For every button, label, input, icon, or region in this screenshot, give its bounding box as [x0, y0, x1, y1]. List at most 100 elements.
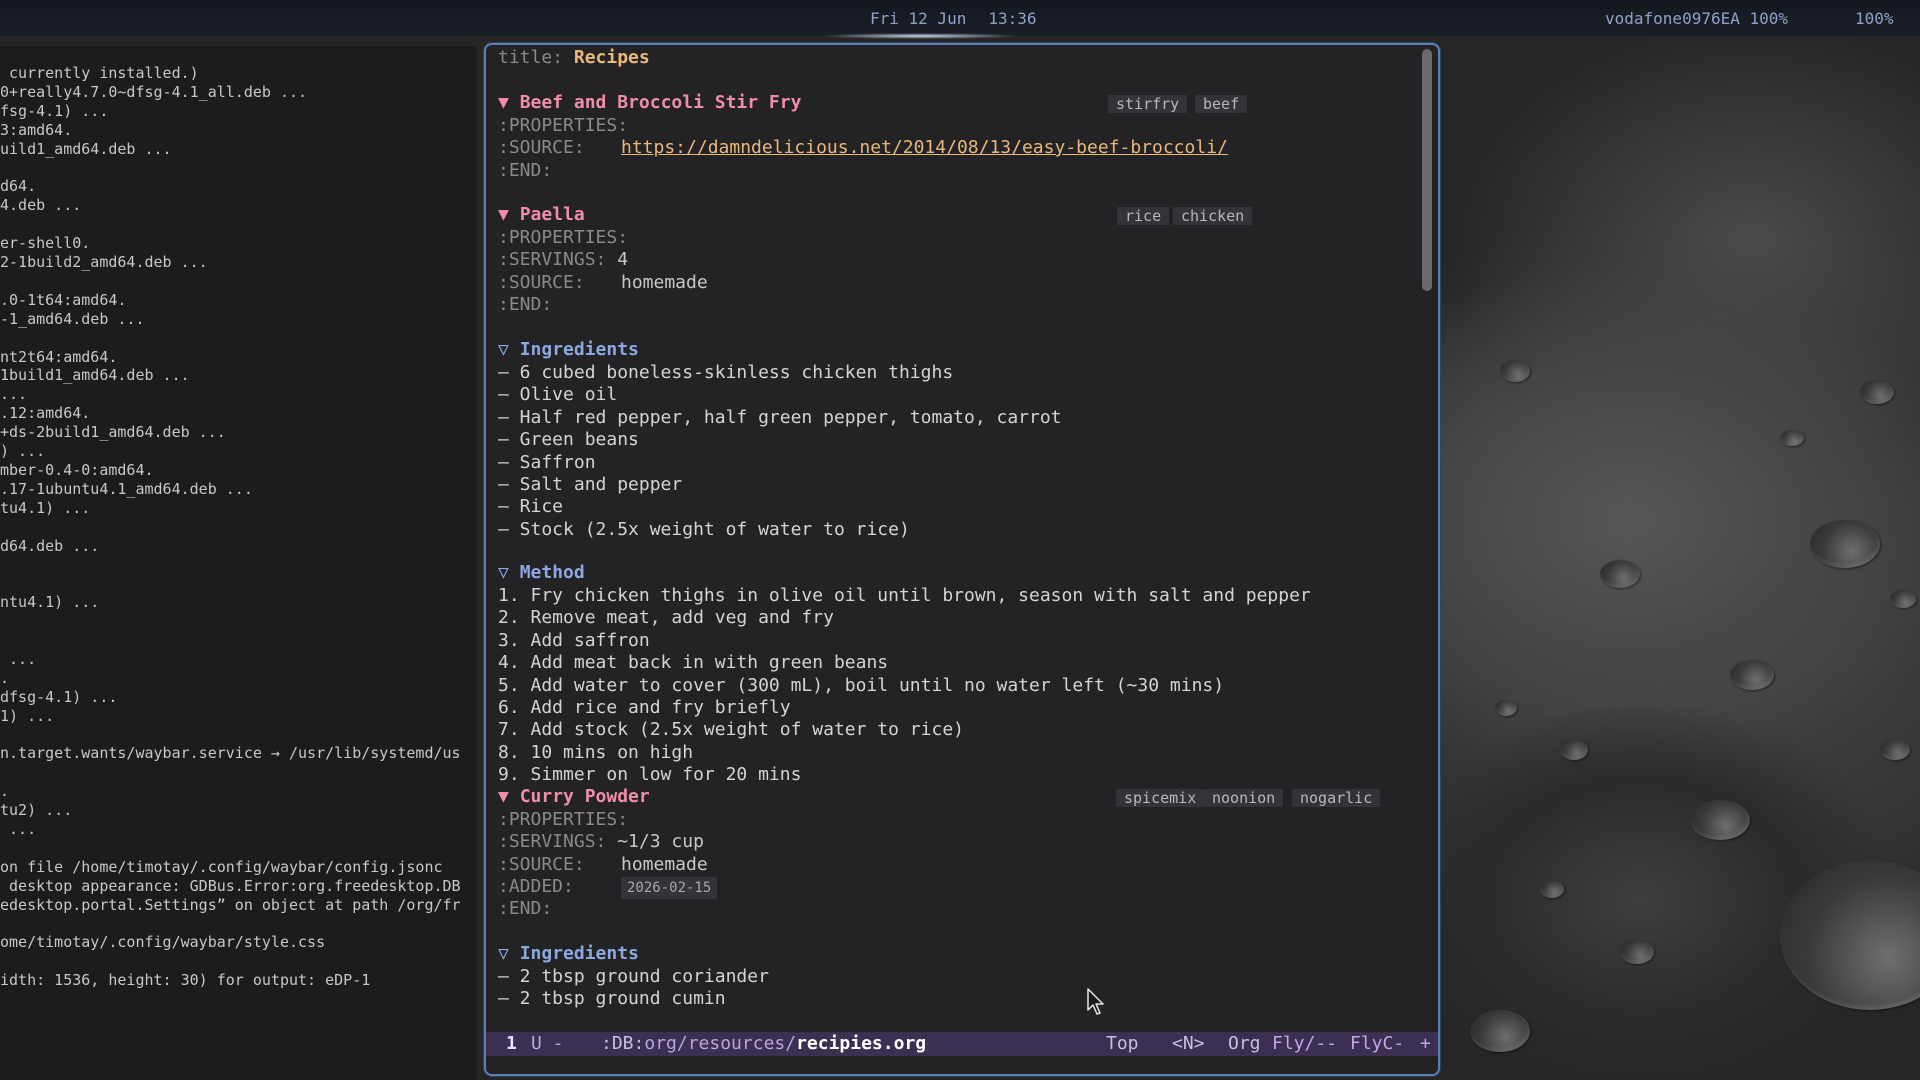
fold-arrow-icon[interactable]: ▽ [498, 943, 509, 964]
terminal-line: .12:amd64. [0, 404, 91, 423]
subheading-ingredients[interactable]: ▽ Ingredients [498, 943, 639, 965]
buffer-filename: recipies.org [796, 1033, 927, 1054]
list-item: – 6 cubed boneless-skinless chicken thig… [498, 362, 954, 383]
subheading-text: Method [519, 562, 585, 583]
workspace-indicator [820, 33, 1020, 39]
crater [1890, 590, 1916, 608]
crater [1620, 940, 1654, 964]
terminal-line: .0-1t64:amd64. [0, 290, 127, 309]
title-line: title: Recipes [498, 47, 650, 69]
drawer-end: :END: [498, 898, 553, 919]
emacs-window[interactable]: title: Recipes ▼ Beef and Broccoli Stir … [484, 43, 1440, 1076]
method-step: 4. Add meat back in with green beans [498, 652, 889, 674]
clock[interactable]: Fri 12 Jun 13:36 [870, 9, 1059, 28]
heading-curry-powder[interactable]: ▼ Curry Powder [498, 786, 650, 808]
properties-drawer: :PROPERTIES: [498, 809, 629, 830]
properties-drawer: :PROPERTIES: [498, 115, 629, 136]
property-key: :SERVINGS: [498, 831, 607, 852]
network-status[interactable]: vodafone0976EA 100% [1605, 9, 1788, 28]
fold-arrow-icon[interactable]: ▼ [498, 786, 509, 807]
tag-spicemix[interactable]: spicemix [1116, 789, 1205, 807]
list-item: – Stock (2.5x weight of water to rice) [498, 518, 910, 540]
property-value: ~1/3 cup [617, 831, 704, 852]
tag-beef[interactable]: beef [1195, 95, 1248, 113]
date-label: Fri 12 Jun [870, 9, 967, 28]
terminal-line: 2-1build2_amd64.deb ... [0, 253, 208, 271]
title-keyword: title: [498, 47, 564, 68]
list-item: – 2 tbsp ground cumin [498, 988, 726, 1010]
terminal-line: uild1_amd64.deb ... [0, 139, 172, 158]
heading-text: Paella [519, 204, 585, 225]
terminal-line: mber-0.4-0:amd64. [0, 460, 154, 479]
time-label: 13:36 [988, 9, 1037, 28]
crater [1690, 800, 1750, 840]
terminal-line: idth: 1536, height: 30) for output: eDP-… [0, 971, 371, 990]
major-mode[interactable]: Org [1228, 1032, 1261, 1056]
buffer-path[interactable]: :DB:org/resources/recipies.org [601, 1032, 926, 1056]
flycheck-status[interactable]: FlyC- [1350, 1032, 1404, 1056]
property-key: :SOURCE: [498, 272, 585, 293]
top-bar: Fri 12 Jun 13:36 vodafone0976EA 100% 100% [0, 0, 1920, 39]
mode-line[interactable]: 1 U - :DB:org/resources/recipies.org Top… [486, 1032, 1438, 1056]
crater [1560, 740, 1588, 760]
terminal-line: 1build1_amd64.deb ... [0, 366, 190, 385]
fold-arrow-icon[interactable]: ▽ [498, 339, 509, 360]
tag-stirfry[interactable]: stirfry [1108, 95, 1188, 113]
terminal-line: ntu4.1) ... [0, 593, 100, 612]
property-key: :SOURCE: [498, 854, 585, 875]
list-item: – 2 tbsp ground coriander [498, 966, 769, 987]
list-item: – Olive oil [498, 384, 618, 406]
modified-indicator: + [1420, 1033, 1431, 1054]
subheading-text: Ingredients [519, 943, 639, 964]
subheading-method[interactable]: ▽ Method [498, 562, 585, 584]
terminal-line: d64.deb ... [0, 536, 100, 555]
terminal-line: +ds-2build1_amd64.deb ... [0, 423, 226, 442]
list-item: – Saffron [498, 451, 596, 473]
terminal-line: tu2) ... [0, 801, 73, 820]
path-prefix: :DB: [601, 1033, 645, 1054]
terminal-line: currently installed.) [0, 64, 199, 82]
property-date: 2026-02-15 [621, 877, 718, 899]
battery-status[interactable]: 100% [1855, 9, 1894, 28]
terminal-line: d64. [0, 177, 37, 196]
terminal-line: 3:amd64. [0, 120, 73, 139]
list-item: – Rice [498, 496, 564, 518]
fold-arrow-icon[interactable]: ▼ [498, 92, 509, 113]
heading-paella[interactable]: ▼ Paella [498, 204, 585, 226]
tag-rice[interactable]: rice [1117, 207, 1170, 225]
terminal-window[interactable]: currently installed.) 0+really4.7.0~dfsg-… [0, 46, 477, 1080]
window-number: 1 [506, 1033, 517, 1054]
fold-arrow-icon[interactable]: ▼ [498, 204, 509, 225]
terminal-line: tu4.1) ... [0, 498, 91, 517]
crater [1500, 360, 1530, 382]
terminal-line: 0+really4.7.0~dfsg-4.1_all.deb ... [0, 82, 308, 101]
crater [1780, 860, 1920, 1010]
source-link[interactable]: https://damndelicious.net/2014/08/13/eas… [621, 137, 1228, 159]
property-value: homemade [621, 272, 708, 293]
tag-noonion[interactable]: noonion [1204, 789, 1284, 807]
crater [1470, 1010, 1530, 1052]
terminal-line: er-shell0. [0, 234, 91, 253]
terminal-line: dfsg-4.1) ... [0, 687, 118, 706]
scrollbar-thumb[interactable] [1422, 49, 1432, 291]
org-buffer[interactable]: title: Recipes ▼ Beef and Broccoli Stir … [498, 45, 1412, 1030]
property-added: :ADDED: 2026-02-15 [498, 876, 718, 899]
tag-chicken[interactable]: chicken [1173, 207, 1253, 225]
property-key: :SERVINGS: [498, 249, 607, 270]
heading-beef-broccoli[interactable]: ▼ Beef and Broccoli Stir Fry [498, 92, 801, 114]
mouse-cursor-icon [1087, 988, 1104, 1015]
flyspell-status[interactable]: Fly/-- [1272, 1032, 1337, 1056]
terminal-line: ome/timotay/.config/waybar/style.css [0, 933, 326, 952]
subheading-ingredients[interactable]: ▽ Ingredients [498, 339, 639, 361]
tag-nogarlic[interactable]: nogarlic [1292, 789, 1381, 807]
method-step: 7. Add stock (2.5x weight of water to ri… [498, 719, 964, 741]
terminal-line: fsg-4.1) ... [0, 101, 109, 120]
method-step: 9. Simmer on low for 20 mins [498, 764, 802, 786]
method-step: 6. Add rice and fry briefly [498, 697, 791, 718]
method-step: 1. Fry chicken thighs in olive oil until… [498, 585, 1311, 606]
minibuffer[interactable] [486, 1056, 1438, 1074]
fold-arrow-icon[interactable]: ▽ [498, 562, 509, 583]
crater [1730, 660, 1774, 690]
crater [1600, 560, 1640, 588]
list-item: – Half red pepper, half green pepper, to… [498, 406, 1062, 428]
